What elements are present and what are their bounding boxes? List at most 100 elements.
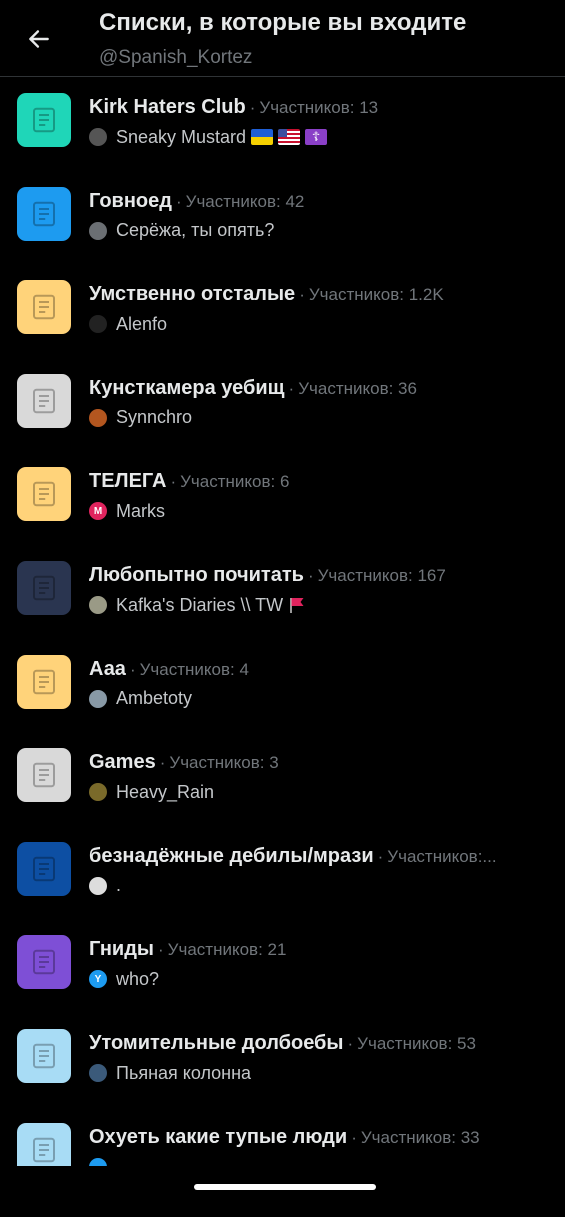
list-owner: Kafka's Diaries \\ TW xyxy=(89,593,306,617)
art-avatar-icon xyxy=(89,408,107,427)
member-count: Участников: 42 xyxy=(185,191,305,211)
list-name: Умственно отсталые xyxy=(89,283,296,306)
list-owner: Ambetoty xyxy=(89,687,192,711)
list-thumbnail xyxy=(17,93,71,147)
list-thumbnail xyxy=(17,841,71,896)
red-flag-icon xyxy=(288,597,306,613)
list-title-line: Охуеть какие тупые люди · Участников: 33 xyxy=(89,1126,549,1149)
member-count: Участников: 167 xyxy=(317,566,446,585)
list-name: Утомительные долбоебы xyxy=(89,1032,344,1054)
list-title-line: Гниды · Участников: 21 xyxy=(89,938,549,961)
owner-name: Alenfo xyxy=(116,313,168,334)
member-count: Участников: 53 xyxy=(357,1034,476,1053)
list-item[interactable]: ТЕЛЕГА · Участников: 6 M Marks xyxy=(0,467,565,561)
list-item[interactable]: безнадёжные дебилы/мрази · Участников:.... xyxy=(0,841,565,936)
list-owner: Heavy_Rain xyxy=(89,780,214,804)
list-item[interactable]: Kirk Haters Club · Участников: 13 Sneaky Mu… xyxy=(0,93,565,187)
home-indicator[interactable] xyxy=(194,1184,376,1190)
owner-name: Synnchro xyxy=(116,407,193,428)
separator-dot: · xyxy=(347,1034,354,1053)
coin-avatar-icon xyxy=(89,596,107,614)
list-doc-icon xyxy=(33,575,55,601)
separator-dot: · xyxy=(129,659,136,679)
list-title-line: Утомительные долбоебы · Участников: 53 xyxy=(89,1032,549,1055)
list-item[interactable]: Умственно отсталые · Участников: 1.2K Alenf… xyxy=(0,280,565,374)
list-thumbnail xyxy=(17,561,71,615)
list-name: ТЕЛЕГА xyxy=(89,470,167,493)
list-title-line: Говноед · Участников: 42 xyxy=(89,190,549,213)
owner-name: Пьяная колонна xyxy=(116,1062,252,1083)
page-subtitle-handle: @Spanish_Kortez xyxy=(99,47,253,68)
separator-dot: · xyxy=(158,940,164,960)
list-doc-icon xyxy=(33,482,55,507)
list-thumbnail xyxy=(17,467,71,522)
member-count: Участников: 13 xyxy=(259,98,379,117)
list-doc-icon xyxy=(33,294,55,320)
separator-dot: · xyxy=(159,753,166,773)
page-title: Списки, в которые вы входите xyxy=(99,9,467,36)
person-avatar-icon xyxy=(89,128,107,146)
letter-y-avatar-icon: Y xyxy=(89,970,107,989)
list-name: Kirk Haters Club xyxy=(89,96,246,118)
list-doc-icon xyxy=(33,1043,55,1069)
list-item[interactable]: Утомительные долбоебы · Участников: 53 Пьян… xyxy=(0,1029,565,1123)
list-thumbnail xyxy=(17,186,71,241)
member-count: Участников: 21 xyxy=(167,940,287,960)
list-doc-icon xyxy=(33,201,55,226)
list-title-line: ТЕЛЕГА · Участников: 6 xyxy=(89,470,549,493)
list-title-line: Любопытно почитать · Участников: 167 xyxy=(89,564,549,587)
game-avatar-icon xyxy=(89,783,107,802)
list-name: Games xyxy=(89,751,156,774)
list-title-line: Кунсткамера уебищ · Участников: 36 xyxy=(89,377,549,400)
list-item[interactable]: Ааа · Участников: 4 Ambetoty xyxy=(0,654,565,749)
list-doc-icon xyxy=(33,1137,55,1162)
letter-m-avatar-icon: M xyxy=(89,502,107,521)
orthodox-cross-icon: ☦ xyxy=(305,129,328,145)
bottom-fade xyxy=(0,1166,565,1200)
arrow-left-icon xyxy=(29,30,49,48)
separator-dot: · xyxy=(170,472,177,492)
back-button[interactable] xyxy=(22,22,56,56)
list-item[interactable]: Кунсткамера уебищ · Участников: 36 Synnchro xyxy=(0,373,565,468)
owner-name: who? xyxy=(116,968,160,989)
separator-dot: · xyxy=(351,1127,357,1147)
list-title-line: Ааа · Участников: 4 xyxy=(89,658,549,681)
separator-dot: · xyxy=(288,378,295,398)
list-thumbnail xyxy=(17,280,71,335)
list-owner: Ywho? xyxy=(89,967,159,991)
top-bar: Списки, в которые вы входите @Spanish_Ko… xyxy=(0,0,565,77)
list-doc-icon xyxy=(33,762,55,788)
list-owner: Sneaky Mustard ☦ xyxy=(89,125,328,149)
list-title-line: Kirk Haters Club · Участников: 13 xyxy=(89,96,549,119)
list-doc-icon xyxy=(33,669,55,694)
crowd-avatar-icon xyxy=(89,1064,107,1082)
us-flag-icon xyxy=(278,129,301,145)
ua-flag-icon xyxy=(251,129,274,145)
separator-dot: · xyxy=(377,846,384,866)
owner-name: Sneaky Mustard xyxy=(116,126,247,147)
list-doc-icon xyxy=(33,107,55,133)
member-count: Участников: 6 xyxy=(180,472,290,492)
list-thumbnail xyxy=(17,373,71,428)
list-title-line: Games · Участников: 3 xyxy=(89,751,549,774)
member-count: Участников: 4 xyxy=(139,659,249,679)
default-avatar-icon xyxy=(89,689,107,708)
list-item[interactable]: Games · Участников: 3 Heavy_Rain xyxy=(0,748,565,842)
list-owner: Серёжа, ты опять? xyxy=(89,219,274,243)
list-name: безнадёжные дебилы/мрази xyxy=(89,844,374,867)
separator-dot: · xyxy=(249,98,256,117)
owner-name: . xyxy=(116,875,122,896)
list-doc-icon xyxy=(33,388,55,414)
list-item[interactable]: Говноед · Участников: 42 Серёжа, ты опять? xyxy=(0,186,565,281)
separator-dot: · xyxy=(307,566,314,585)
skull-avatar-icon xyxy=(89,876,107,895)
owner-name: Серёжа, ты опять? xyxy=(116,220,275,241)
separator-dot: · xyxy=(175,191,182,211)
list-doc-icon xyxy=(33,950,55,975)
list-thumbnail xyxy=(17,748,71,803)
list-item[interactable]: Любопытно почитать · Участников: 167 Kafka'… xyxy=(0,561,565,655)
list-doc-icon xyxy=(33,856,55,882)
list-thumbnail xyxy=(17,654,71,709)
member-count: Участников:... xyxy=(387,846,497,866)
list-item[interactable]: Гниды · Участников: 21 Ywho? xyxy=(0,935,565,1029)
